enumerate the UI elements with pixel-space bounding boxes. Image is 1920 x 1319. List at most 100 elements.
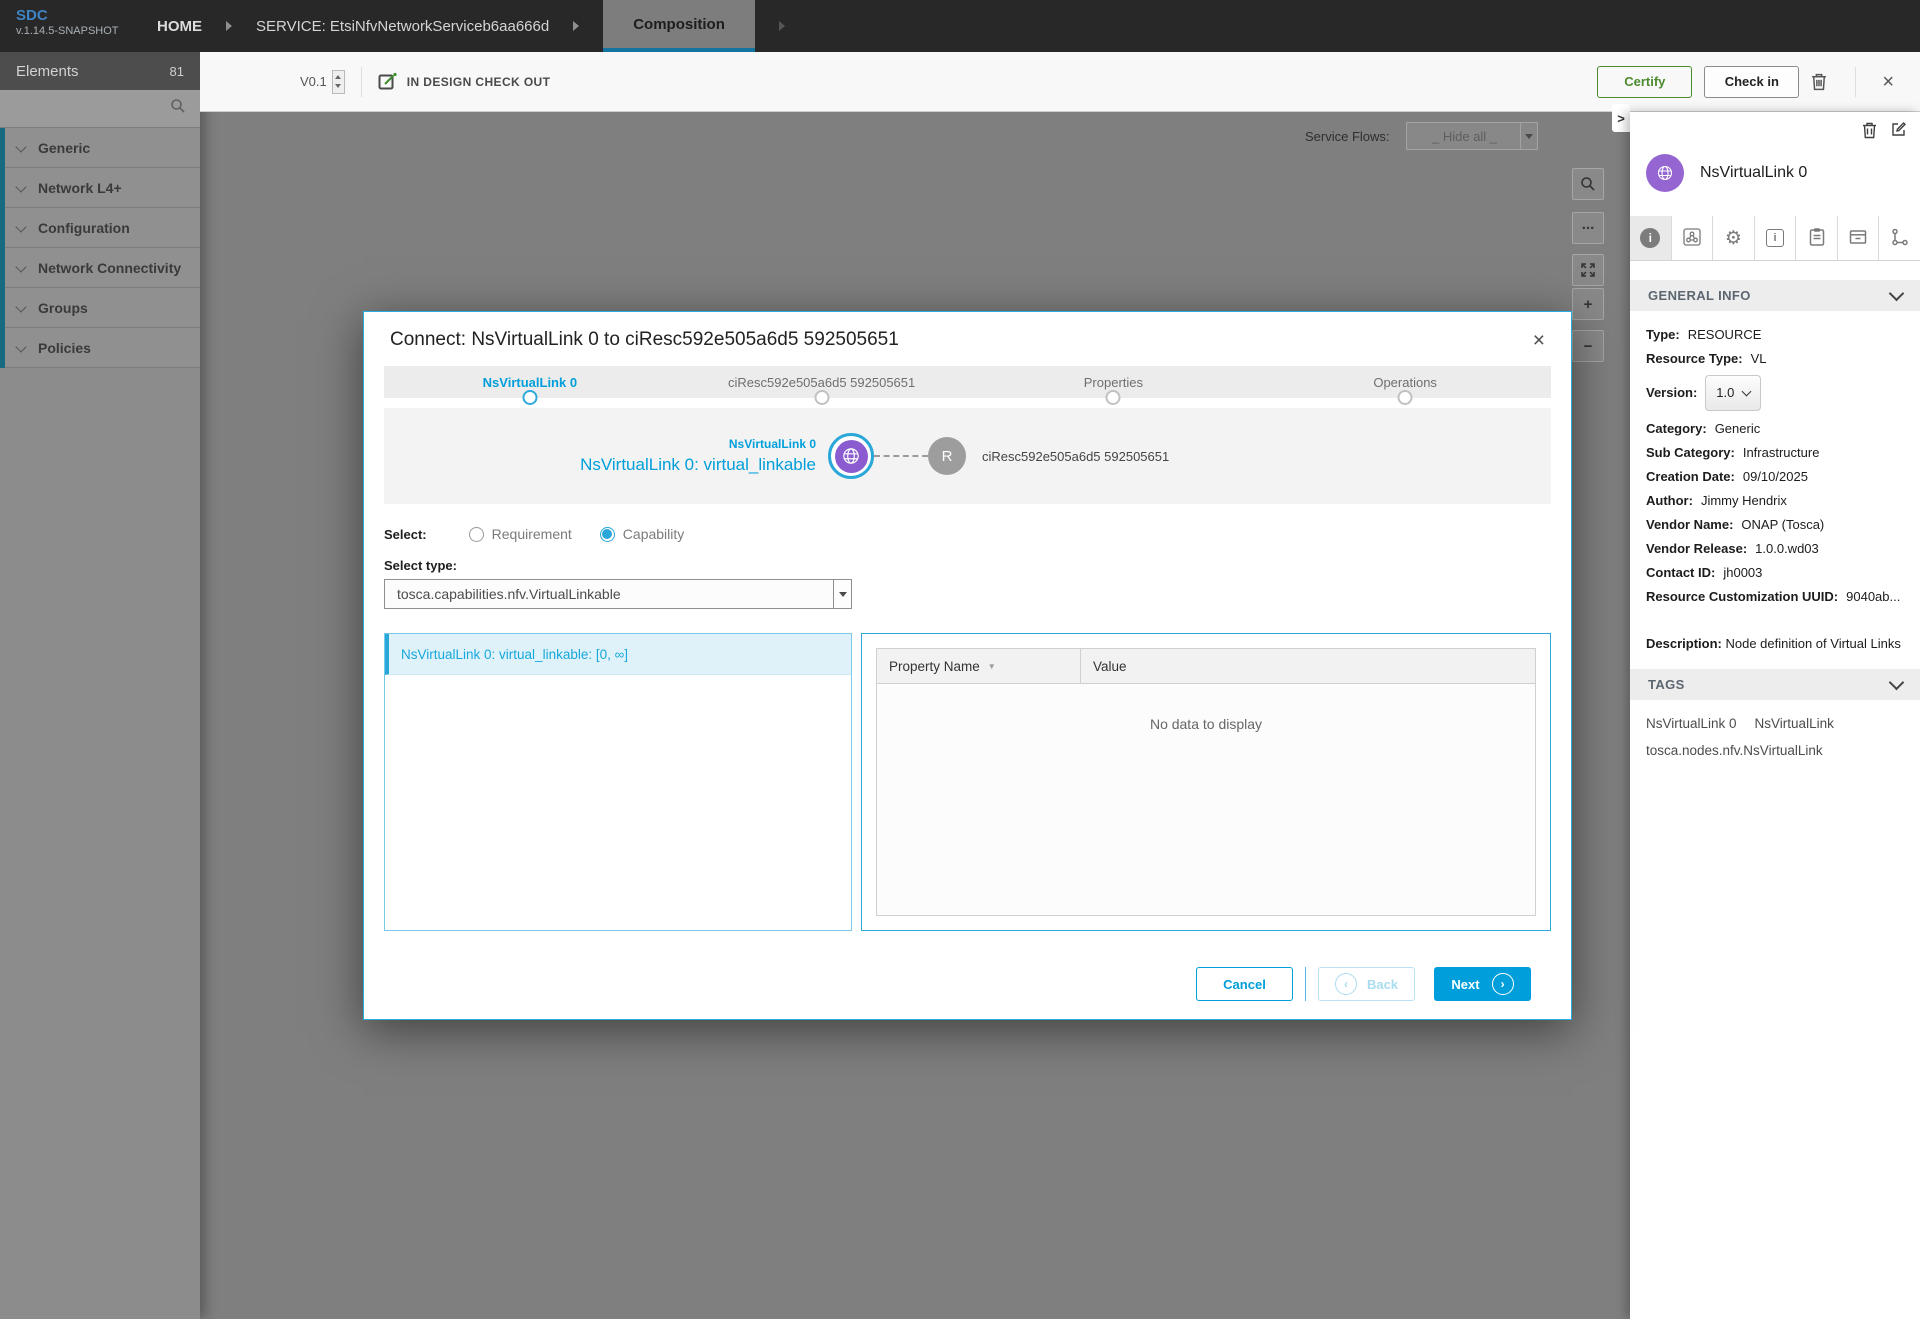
delete-service-icon[interactable] [1811, 73, 1827, 91]
chevron-down-icon [1889, 675, 1905, 691]
tab-settings[interactable]: ⚙ [1713, 216, 1755, 260]
sidebar-item-policies[interactable]: Policies [0, 328, 200, 368]
field-value: VL [1751, 347, 1767, 371]
tags-section-header[interactable]: TAGS [1630, 669, 1920, 700]
breadcrumb-service[interactable]: SERVICE: EtsiNfvNetworkServiceb6aa666d [256, 18, 549, 35]
field-label: Resource Type: [1646, 347, 1743, 371]
close-workspace-icon[interactable]: × [1882, 72, 1894, 92]
field-label: Vendor Release: [1646, 537, 1747, 561]
tag: tosca.nodes.nfv.NsVirtualLink [1646, 743, 1823, 758]
elements-palette: Elements 81 Generic Network L4+ Configur… [0, 52, 200, 1319]
sidebar-item-generic[interactable]: Generic [0, 128, 200, 168]
version-down-icon [335, 84, 341, 88]
footer-divider [1305, 967, 1306, 1001]
clipboard-icon [1808, 227, 1826, 250]
cancel-button[interactable]: Cancel [1196, 967, 1293, 1001]
tab-general-info[interactable]: i [1630, 216, 1672, 260]
hierarchy-icon [1890, 227, 1910, 250]
next-button[interactable]: Next › [1434, 967, 1531, 1001]
wizard-step-target[interactable]: ciResc592e505a6d5 592505651 [676, 366, 968, 398]
connection-dashed-line [874, 455, 928, 457]
service-flows-label: Service Flows: [1305, 129, 1390, 144]
wizard-step-operations[interactable]: Operations [1259, 366, 1551, 398]
radio-capability[interactable]: Capability [600, 526, 684, 542]
toolbar-divider [361, 67, 362, 97]
component-details-panel: NsVirtualLink 0 i ⚙ i [1630, 112, 1920, 1319]
checkout-pencil-icon [378, 72, 397, 91]
canvas-zoom-out-button[interactable]: − [1572, 330, 1604, 362]
select-type-label: Select type: [384, 558, 1551, 573]
general-info-section-header[interactable]: GENERAL INFO [1630, 280, 1920, 311]
field-label: Creation Date: [1646, 465, 1735, 489]
wizard-step-source[interactable]: NsVirtualLink 0 [384, 366, 676, 398]
source-capability-name: NsVirtualLink 0: virtual_linkable [384, 454, 816, 475]
canvas-more-button[interactable]: ... [1572, 212, 1604, 244]
check-in-button[interactable]: Check in [1704, 66, 1799, 98]
version-label: V0.1 [300, 74, 327, 89]
canvas-fit-view-button[interactable] [1572, 254, 1604, 286]
palette-search-input[interactable] [14, 100, 170, 117]
palette-category-list: Generic Network L4+ Configuration Networ… [0, 128, 200, 368]
tab-composition[interactable]: Composition [603, 0, 755, 52]
field-value: 9040ab... [1846, 585, 1900, 609]
tab-relations[interactable] [1879, 216, 1920, 260]
delete-component-icon[interactable] [1862, 122, 1877, 142]
connect-wizard-modal: Connect: NsVirtualLink 0 to ciResc592e50… [363, 311, 1572, 1020]
sidebar-item-network-connectivity[interactable]: Network Connectivity [0, 248, 200, 288]
connection-diagram: NsVirtualLink 0 NsVirtualLink 0: virtual… [384, 408, 1551, 504]
field-value: Jimmy Hendrix [1701, 489, 1787, 513]
edit-component-icon[interactable] [1891, 122, 1906, 142]
target-node-name: ciResc592e505a6d5 592505651 [982, 449, 1169, 464]
certify-button[interactable]: Certify [1597, 66, 1692, 98]
column-value: Value [1081, 659, 1127, 674]
capability-list-item-selected[interactable]: NsVirtualLink 0: virtual_linkable: [0, ∞… [385, 634, 851, 675]
version-up-icon [335, 75, 341, 79]
field-value: Generic [1715, 417, 1761, 441]
right-panel-collapse-button[interactable]: > [1612, 104, 1630, 132]
tab-artifacts[interactable] [1838, 216, 1880, 260]
sidebar-item-network-l4[interactable]: Network L4+ [0, 168, 200, 208]
breadcrumb-home[interactable]: HOME [157, 18, 202, 35]
wizard-step-properties[interactable]: Properties [968, 366, 1260, 398]
field-value: 1.0.0.wd03 [1755, 537, 1819, 561]
palette-header: Elements 81 [0, 52, 200, 90]
back-button[interactable]: ‹ Back [1318, 967, 1415, 1001]
tab-requirements[interactable] [1796, 216, 1838, 260]
service-flows-select[interactable]: _ Hide all _ [1406, 122, 1538, 150]
sidebar-item-label: Generic [38, 140, 90, 156]
tab-information[interactable]: i [1755, 216, 1797, 260]
column-property-name[interactable]: Property Name ▼ [877, 649, 1081, 683]
service-flows-value: _ Hide all _ [1432, 129, 1511, 144]
sort-down-icon: ▼ [988, 662, 996, 671]
back-arrow-icon: ‹ [1335, 973, 1357, 995]
app-version: v.1.14.5-SNAPSHOT [16, 25, 119, 38]
capability-type-select[interactable]: tosca.capabilities.nfv.VirtualLinkable [384, 579, 852, 609]
app-header: SDC v.1.14.5-SNAPSHOT HOME SERVICE: Etsi… [0, 0, 1920, 52]
breadcrumb-separator-icon [226, 21, 232, 31]
search-icon [1580, 176, 1596, 192]
version-dropdown[interactable] [332, 70, 345, 94]
radio-requirement[interactable]: Requirement [469, 526, 572, 542]
version-select[interactable]: 1.0 [1705, 375, 1761, 411]
field-value: 09/10/2025 [1743, 465, 1808, 489]
tab-composition-structure[interactable] [1672, 216, 1714, 260]
field-label: Category: [1646, 417, 1707, 441]
select-label: Select: [384, 527, 427, 542]
general-info-title: GENERAL INFO [1648, 288, 1751, 303]
field-label: Vendor Name: [1646, 513, 1733, 537]
canvas-zoom-in-button[interactable]: + [1572, 288, 1604, 320]
workspace-toolbar: V0.1 IN DESIGN CHECK OUT Certify Check i… [200, 52, 1920, 112]
modal-title: Connect: NsVirtualLink 0 to ciResc592e50… [390, 329, 899, 351]
source-node-icon [828, 433, 874, 479]
close-icon[interactable]: × [1533, 330, 1545, 351]
chevron-down-icon [1520, 123, 1537, 149]
breadcrumb-separator-icon [573, 21, 579, 31]
sidebar-item-groups[interactable]: Groups [0, 288, 200, 328]
search-icon [170, 98, 186, 119]
canvas-search-button[interactable] [1572, 168, 1604, 200]
tag: NsVirtualLink 0 [1646, 716, 1737, 731]
relation-type-radio-group: Requirement Capability [469, 526, 685, 542]
app-logo-title: SDC [16, 7, 119, 25]
field-value: jh0003 [1723, 561, 1762, 585]
sidebar-item-configuration[interactable]: Configuration [0, 208, 200, 248]
